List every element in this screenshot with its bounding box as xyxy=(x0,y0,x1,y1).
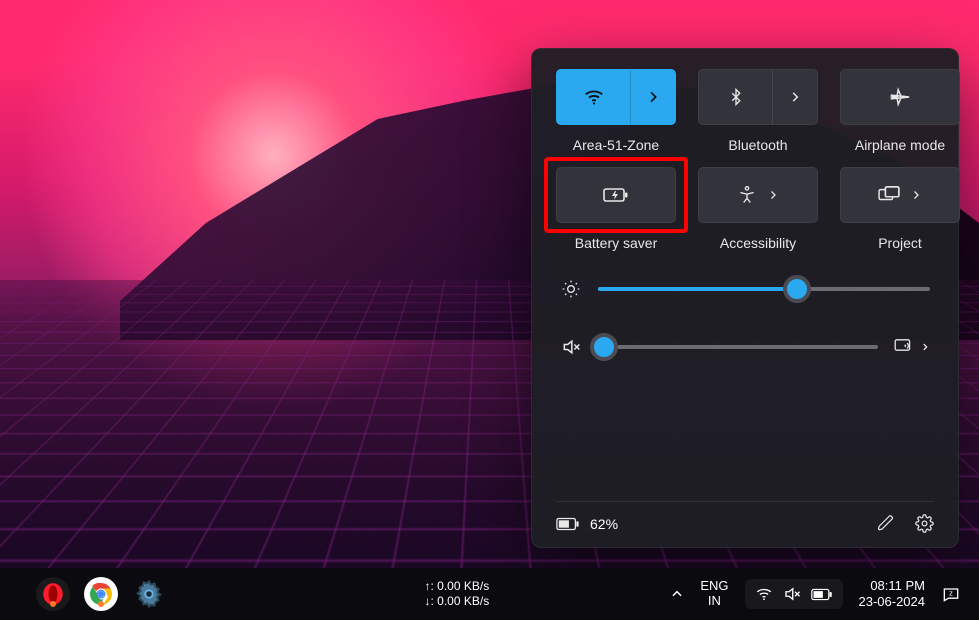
accessibility-tile[interactable] xyxy=(698,167,818,223)
notification-icon: z xyxy=(941,584,961,604)
wifi-icon xyxy=(755,585,773,603)
volume-slider[interactable] xyxy=(560,337,930,357)
airplane-tile[interactable] xyxy=(840,69,960,125)
project-label: Project xyxy=(878,235,922,251)
bluetooth-tile[interactable] xyxy=(698,69,818,125)
volume-mute-icon xyxy=(783,585,801,603)
taskbar-app-opera[interactable] xyxy=(36,577,70,611)
panel-footer: 62% xyxy=(556,501,934,533)
quick-tiles: Area-51-Zone Bluetooth Airplane mode xyxy=(556,69,934,251)
settings-button[interactable] xyxy=(915,514,934,533)
wifi-tile[interactable] xyxy=(556,69,676,125)
system-tray[interactable] xyxy=(745,579,843,609)
brightness-slider[interactable] xyxy=(560,279,930,299)
wifi-expand[interactable] xyxy=(630,70,675,124)
bluetooth-expand[interactable] xyxy=(772,70,817,124)
gear-icon xyxy=(915,514,934,533)
volume-mute-icon xyxy=(560,337,582,357)
bluetooth-icon xyxy=(699,70,772,124)
battery-saver-icon xyxy=(603,185,629,205)
network-speed: ↑: 0.00 KB/s ↓: 0.00 KB/s xyxy=(425,579,490,609)
audio-output-button[interactable] xyxy=(894,339,930,355)
svg-text:z: z xyxy=(949,589,953,598)
battery-saver-tile[interactable] xyxy=(556,167,676,223)
edit-button[interactable] xyxy=(877,514,895,533)
wifi-icon xyxy=(557,70,630,124)
accessibility-icon xyxy=(737,185,757,205)
project-icon xyxy=(878,186,900,204)
pencil-icon xyxy=(877,514,895,532)
date: 23-06-2024 xyxy=(859,594,926,610)
battery-percent: 62% xyxy=(590,516,618,532)
project-tile[interactable] xyxy=(840,167,960,223)
chevron-right-icon xyxy=(767,189,779,201)
clock[interactable]: 08:11 PM 23-06-2024 xyxy=(859,578,926,611)
taskbar-app-settings[interactable] xyxy=(132,577,166,611)
gear-icon xyxy=(134,579,164,609)
brightness-icon xyxy=(560,279,582,299)
language-indicator[interactable]: ENG IN xyxy=(700,579,728,609)
chevron-up-icon xyxy=(670,587,684,601)
wifi-label: Area-51-Zone xyxy=(573,137,659,153)
bluetooth-label: Bluetooth xyxy=(728,137,787,153)
notification-button[interactable]: z xyxy=(941,584,961,604)
chevron-right-icon xyxy=(910,189,922,201)
accessibility-label: Accessibility xyxy=(720,235,796,251)
airplane-icon xyxy=(889,86,911,108)
taskbar-app-chrome[interactable] xyxy=(84,577,118,611)
battery-status[interactable]: 62% xyxy=(556,516,618,532)
tray-expand[interactable] xyxy=(670,587,684,601)
battery-saver-label: Battery saver xyxy=(575,235,657,251)
quick-settings-panel: Area-51-Zone Bluetooth Airplane mode xyxy=(531,48,959,548)
airplane-label: Airplane mode xyxy=(855,137,945,153)
battery-icon xyxy=(556,517,580,531)
battery-icon xyxy=(811,588,833,601)
taskbar: ↑: 0.00 KB/s ↓: 0.00 KB/s ENG IN 08:11 P… xyxy=(0,568,979,620)
time: 08:11 PM xyxy=(859,578,926,594)
